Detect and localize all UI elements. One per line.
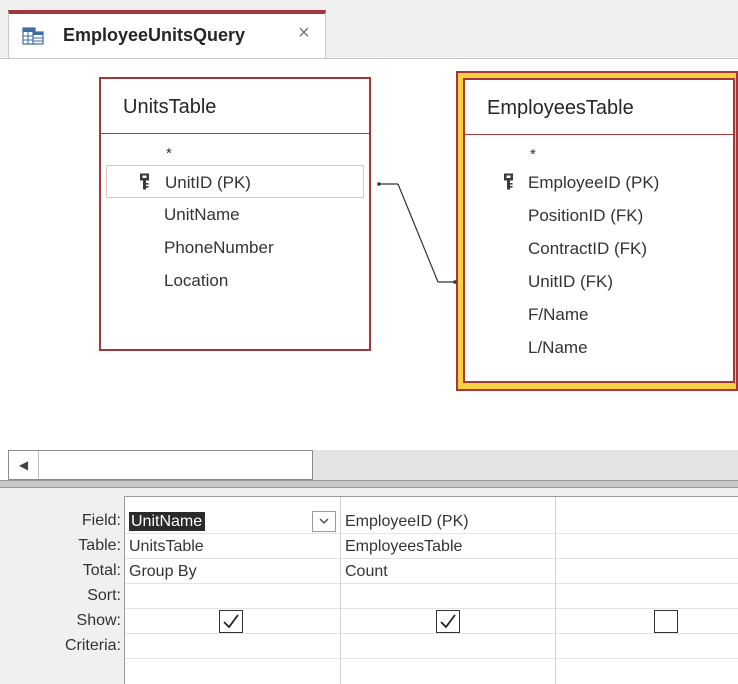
field-label: UnitID (PK) (165, 173, 251, 192)
horizontal-scrollbar-track[interactable] (313, 450, 738, 480)
row-label-field: Field: (81, 512, 121, 529)
field-item-phonenumber[interactable]: PhoneNumber (101, 231, 369, 264)
units-table-title[interactable]: UnitsTable (123, 96, 216, 119)
check-icon (223, 614, 239, 629)
chevron-down-icon (319, 518, 329, 524)
sort-cell[interactable] (341, 584, 555, 609)
row-label-criteria: Criteria: (64, 637, 121, 654)
grid-row-labels: Field: Table: Total: Sort: Show: Criteri… (0, 508, 124, 658)
grid-column[interactable] (556, 497, 738, 684)
pane-splitter[interactable] (0, 480, 738, 488)
column-selector[interactable] (125, 497, 340, 509)
show-cell (125, 609, 340, 634)
employees-table-title[interactable]: EmployeesTable (487, 97, 634, 120)
field-cell[interactable]: UnitName (125, 509, 340, 534)
query-design-grid: Field: Table: Total: Sort: Show: Criteri… (0, 488, 738, 684)
field-item-contractid[interactable]: ContractID (FK) (465, 232, 733, 265)
row-label-total: Total: (82, 562, 121, 579)
title-divider (101, 133, 369, 134)
total-cell[interactable] (556, 559, 738, 584)
row-label-show: Show: (76, 612, 121, 629)
grid-column[interactable]: EmployeeID (PK) EmployeesTable Count (341, 497, 556, 684)
criteria-cell[interactable] (341, 634, 555, 659)
field-item-positionid[interactable]: PositionID (FK) (465, 199, 733, 232)
column-selector[interactable] (556, 497, 738, 509)
field-item-unitid-fk[interactable]: UnitID (FK) (465, 265, 733, 298)
query-tab-title: EmployeeUnitsQuery (63, 25, 246, 45)
employees-table-selection-frame: EmployeesTable * EmployeeID (PK) Positio… (456, 71, 738, 391)
sort-cell[interactable] (125, 584, 340, 609)
row-label-sort: Sort: (87, 587, 121, 604)
sort-cell[interactable] (556, 584, 738, 609)
field-item-unitname[interactable]: UnitName (101, 198, 369, 231)
primary-key-icon (504, 173, 513, 190)
close-icon[interactable]: × (298, 23, 310, 43)
document-tab-strip: EmployeeUnitsQuery × (0, 0, 738, 58)
show-cell (341, 609, 555, 634)
grid-column[interactable]: UnitName UnitsTable Group By (125, 497, 341, 684)
row-label-table: Table: (78, 537, 121, 554)
primary-key-icon (140, 173, 149, 190)
grid-columns: UnitName UnitsTable Group By EmployeeID … (124, 496, 738, 684)
total-cell[interactable]: Count (341, 559, 555, 584)
employees-field-list[interactable]: * EmployeeID (PK) PositionID (FK) Contra… (465, 140, 733, 364)
check-icon (440, 614, 456, 629)
units-field-list[interactable]: * UnitID (PK) UnitName PhoneNumber Locat… (101, 139, 369, 297)
field-label: EmployeeID (PK) (528, 173, 660, 192)
query-icon (22, 27, 44, 45)
query-tab[interactable]: EmployeeUnitsQuery × (8, 10, 326, 58)
all-fields-item[interactable]: * (101, 139, 369, 165)
show-checkbox[interactable] (436, 610, 460, 633)
table-cell[interactable]: UnitsTable (125, 534, 340, 559)
table-cell[interactable]: EmployeesTable (341, 534, 555, 559)
all-fields-item[interactable]: * (465, 140, 733, 166)
field-cell[interactable]: EmployeeID (PK) (341, 509, 555, 534)
field-item-fname[interactable]: F/Name (465, 298, 733, 331)
show-checkbox[interactable] (219, 610, 243, 633)
field-item-lname[interactable]: L/Name (465, 331, 733, 364)
table-cell[interactable] (556, 534, 738, 559)
units-table-box[interactable]: UnitsTable * UnitID (PK) UnitName PhoneN… (99, 77, 371, 351)
scroll-left-icon[interactable]: ◀ (9, 451, 39, 479)
employees-table-box[interactable]: EmployeesTable * EmployeeID (PK) Positio… (463, 78, 735, 383)
field-item-location[interactable]: Location (101, 264, 369, 297)
criteria-cell[interactable] (125, 634, 340, 659)
show-cell (556, 609, 738, 634)
show-checkbox[interactable] (654, 610, 678, 633)
column-selector[interactable] (341, 497, 555, 509)
total-cell[interactable]: Group By (125, 559, 340, 584)
criteria-cell[interactable] (556, 634, 738, 659)
field-item-unitid[interactable]: UnitID (PK) (106, 165, 364, 198)
horizontal-scrollbar-thumb[interactable]: ◀ (8, 450, 313, 480)
field-cell[interactable] (556, 509, 738, 534)
query-design-canvas[interactable]: UnitsTable * UnitID (PK) UnitName PhoneN… (0, 58, 738, 480)
field-value: UnitName (129, 512, 206, 531)
field-item-employeeid[interactable]: EmployeeID (PK) (465, 166, 733, 199)
field-dropdown-button[interactable] (312, 511, 336, 532)
title-divider (465, 134, 733, 135)
